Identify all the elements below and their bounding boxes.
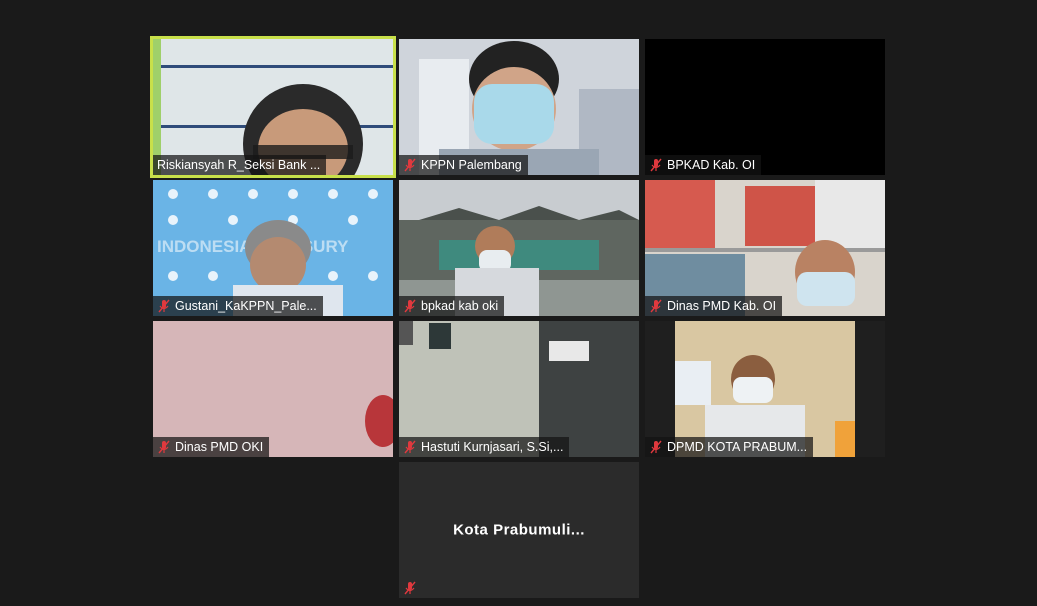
participant-tile-2[interactable]: KPPN Palembang [399, 39, 639, 175]
participant-tile-7[interactable]: Dinas PMD OKI [153, 321, 393, 457]
participant-tile-4[interactable]: INDONESIA TREASURY Gustani_KaKPPN_Pale..… [153, 180, 393, 316]
participant-tile-9[interactable]: DPMD KOTA PRABUM... [645, 321, 885, 457]
participant-name-tag: Hastuti Kurnjasari, S.Si,... [399, 437, 570, 457]
participant-name: BPKAD Kab. OI [667, 158, 756, 172]
participant-name-tag: DPMD KOTA PRABUM... [645, 437, 814, 457]
participant-name: Hastuti Kurnjasari, S.Si,... [421, 440, 564, 454]
participant-name: Gustani_KaKPPN_Pale... [175, 299, 317, 313]
participant-name: DPMD KOTA PRABUM... [667, 440, 808, 454]
participant-name-tag: Dinas PMD Kab. OI [645, 296, 783, 316]
participant-tile-5[interactable]: bpkad kab oki [399, 180, 639, 316]
muted-mic-icon [158, 299, 170, 313]
muted-mic-icon [158, 440, 170, 454]
participant-tile-1[interactable]: Riskiansyah R_Seksi Bank ... [150, 36, 396, 178]
participant-name-tag: KPPN Palembang [399, 155, 528, 175]
participant-tile-8[interactable]: Hastuti Kurnjasari, S.Si,... [399, 321, 639, 457]
participant-name: KPPN Palembang [421, 158, 522, 172]
muted-mic-icon [404, 440, 416, 454]
muted-mic-icon [650, 440, 662, 454]
participant-name-tag: Riskiansyah R_Seksi Bank ... [153, 155, 327, 175]
participant-tile-6[interactable]: Dinas PMD Kab. OI [645, 180, 885, 316]
participant-name: Kota Prabumuli... [453, 521, 585, 539]
muted-mic-icon [650, 299, 662, 313]
participant-name-tag: bpkad kab oki [399, 296, 505, 316]
participant-name-tag: Gustani_KaKPPN_Pale... [153, 296, 323, 316]
participant-tile-3[interactable]: BPKAD Kab. OI [645, 39, 885, 175]
muted-mic-icon [650, 158, 662, 172]
participant-name-tag: Dinas PMD OKI [153, 437, 270, 457]
muted-mic-icon [404, 299, 416, 313]
participant-name-tag: BPKAD Kab. OI [645, 155, 762, 175]
muted-mic-icon [404, 581, 416, 595]
participant-name: Dinas PMD OKI [175, 440, 264, 454]
participant-name: Riskiansyah R_Seksi Bank ... [157, 158, 321, 172]
zoom-gallery-view: { "participants": [ {"name": "Riskiansya… [0, 0, 1037, 606]
participant-tile-10[interactable]: Kota Prabumuli... [399, 462, 639, 598]
participant-name: Dinas PMD Kab. OI [667, 299, 777, 313]
participant-name: bpkad kab oki [421, 299, 499, 313]
muted-mic-icon [404, 158, 416, 172]
